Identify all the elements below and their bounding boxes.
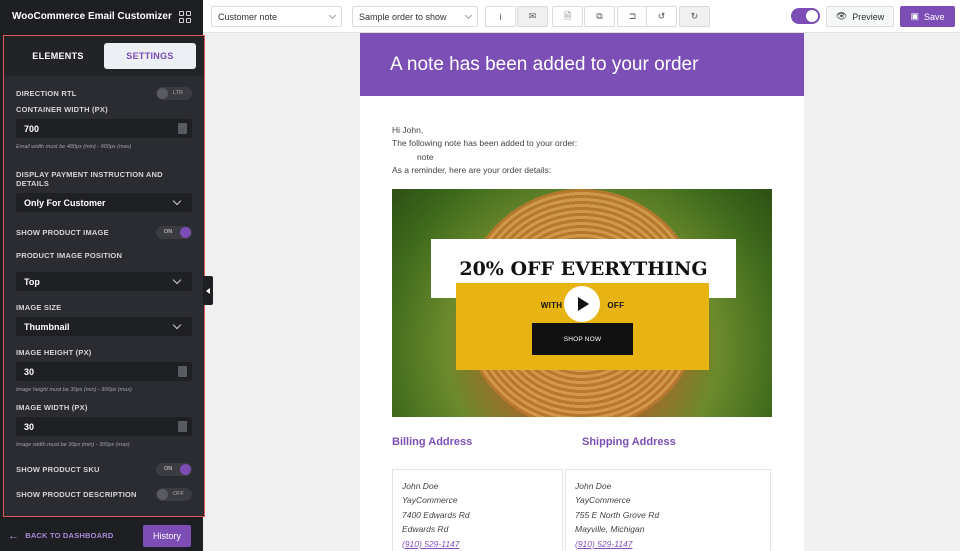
stepper-icon[interactable] xyxy=(178,366,187,377)
play-icon[interactable] xyxy=(564,286,600,322)
shipping-address-title: Shipping Address xyxy=(582,436,676,448)
greeting-text: Hi John, xyxy=(392,125,424,135)
container-width-label: CONTAINER WIDTH (PX) xyxy=(16,105,108,114)
tab-elements[interactable]: ELEMENTS xyxy=(12,43,104,69)
document-icon[interactable]: 🗎 xyxy=(552,6,583,27)
reminder-text: As a reminder, here are your order detai… xyxy=(392,164,552,175)
billing-address-title: Billing Address xyxy=(392,436,473,448)
history-button[interactable]: History xyxy=(142,524,191,547)
save-icon: ▣ xyxy=(910,11,919,21)
sidebar-header: WooCommerce Email Customizer xyxy=(0,0,203,33)
stepper-icon[interactable] xyxy=(178,421,187,432)
copy-icon[interactable]: ⧉ xyxy=(584,6,615,27)
intro-text: The following note has been added to you… xyxy=(392,138,578,149)
shipping-phone-link[interactable]: (910) 529-1147 xyxy=(575,537,761,551)
show-product-description-toggle[interactable]: OFF xyxy=(156,487,192,501)
preview-mode-toggle[interactable] xyxy=(791,8,820,24)
image-size-label: IMAGE SIZE xyxy=(16,303,62,312)
chevron-left-icon xyxy=(206,287,210,294)
product-image-position-label: PRODUCT IMAGE POSITION xyxy=(16,251,123,260)
chevron-down-icon xyxy=(172,196,182,205)
billing-address-box: John Doe YayCommerce 7400 Edwards Rd Edw… xyxy=(392,469,563,551)
grid-icon[interactable] xyxy=(179,10,191,23)
arrow-left-icon: ← xyxy=(8,529,20,542)
email-preview: A note has been added to your order Hi J… xyxy=(360,33,804,551)
undo-icon[interactable]: ↺ xyxy=(646,6,677,27)
tab-settings[interactable]: SETTINGS xyxy=(104,43,196,69)
container-width-input[interactable]: 700 xyxy=(16,119,192,138)
chevron-down-icon xyxy=(172,275,182,284)
image-height-hint: Image height must be 30px (min) - 300px … xyxy=(16,387,132,393)
sidebar: WooCommerce Email Customizer ELEMENTS SE… xyxy=(0,0,205,551)
preview-button[interactable]: 👁 Preview xyxy=(826,6,894,27)
chevron-down-icon xyxy=(328,11,337,19)
save-button[interactable]: ▣ Save xyxy=(900,6,955,27)
sidebar-footer: ← BACK TO DASHBOARD History xyxy=(0,520,203,551)
image-height-input[interactable]: 30 xyxy=(16,362,192,381)
note-text: note xyxy=(417,151,434,162)
shop-now-button[interactable]: SHOP NOW xyxy=(532,323,633,355)
back-to-dashboard-link[interactable]: ← BACK TO DASHBOARD xyxy=(8,530,113,542)
app-title: WooCommerce Email Customizer xyxy=(12,11,172,22)
show-product-sku-label: SHOW PRODUCT SKU xyxy=(16,464,100,474)
show-product-image-toggle[interactable]: ON xyxy=(156,225,192,239)
direction-rtl-toggle[interactable]: LTR xyxy=(156,86,192,100)
payment-instruction-label: DISPLAY PAYMENT INSTRUCTION AND DETAILS xyxy=(16,170,163,188)
image-height-label: IMAGE HEIGHT (PX) xyxy=(16,348,92,357)
settings-form: DIRECTION RTL LTR CONTAINER WIDTH (PX) 7… xyxy=(4,76,204,503)
import-icon[interactable]: ⊐ xyxy=(617,6,648,27)
show-product-image-label: SHOW PRODUCT IMAGE xyxy=(16,227,109,237)
mail-icon[interactable]: ✉ xyxy=(517,6,548,27)
billing-phone-link[interactable]: (910) 529-1147 xyxy=(402,537,553,551)
container-width-hint: Email width must be 480px (min) - 900px … xyxy=(16,144,132,150)
email-text-block[interactable]: Hi John, The following note has been add… xyxy=(360,96,804,177)
collapse-sidebar-handle[interactable] xyxy=(203,276,213,305)
sidebar-tabs: ELEMENTS SETTINGS xyxy=(4,36,204,76)
show-product-description-label: SHOW PRODUCT DESCRIPTION xyxy=(16,489,137,499)
product-image-position-select[interactable]: Top xyxy=(16,272,192,291)
banner-offer-box: WITH OFF SHOP NOW xyxy=(456,283,709,370)
direction-rtl-label: DIRECTION RTL xyxy=(16,88,77,98)
redo-icon[interactable]: ↻ xyxy=(679,6,710,27)
email-heading[interactable]: A note has been added to your order xyxy=(360,33,804,96)
email-type-select[interactable]: Customer note xyxy=(211,6,342,27)
promo-banner-image[interactable]: 20% OFF EVERYTHING WITH OFF SHOP NOW xyxy=(392,189,772,417)
image-width-label: IMAGE WIDTH (PX) xyxy=(16,403,88,412)
toolbar: Customer note Sample order to show i ✉ 🗎… xyxy=(203,0,960,33)
chevron-down-icon xyxy=(172,320,182,329)
info-icon[interactable]: i xyxy=(485,6,516,27)
settings-panel: ELEMENTS SETTINGS DIRECTION RTL LTR CONT… xyxy=(3,35,205,517)
chevron-down-icon xyxy=(464,11,473,19)
shipping-address-box: John Doe YayCommerce 755 E North Grove R… xyxy=(565,469,771,551)
sample-order-select[interactable]: Sample order to show xyxy=(352,6,478,27)
show-product-sku-toggle[interactable]: ON xyxy=(156,462,192,476)
payment-instruction-select[interactable]: Only For Customer xyxy=(16,193,192,212)
eye-icon: 👁 xyxy=(835,11,848,21)
image-width-hint: Image width must be 30px (min) - 300px (… xyxy=(16,442,130,448)
image-size-select[interactable]: Thumbnail xyxy=(16,317,192,336)
image-width-input[interactable]: 30 xyxy=(16,417,192,436)
stepper-icon[interactable] xyxy=(178,123,187,134)
